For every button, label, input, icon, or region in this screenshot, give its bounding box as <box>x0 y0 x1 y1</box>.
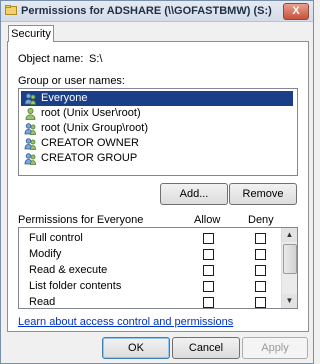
add-button[interactable]: Add... <box>160 183 228 205</box>
user-name: CREATOR GROUP <box>41 152 138 164</box>
folder-icon <box>5 5 17 15</box>
permissions-scrollbar[interactable]: ▲ ▼ <box>281 228 297 308</box>
close-button[interactable]: X <box>283 3 309 20</box>
list-item[interactable]: Everyone <box>21 91 293 106</box>
permission-row: List folder contents <box>19 278 281 294</box>
user-icon <box>25 108 36 120</box>
permission-row: Full control <box>19 230 281 246</box>
permission-row: Read & execute <box>19 262 281 278</box>
scroll-thumb[interactable] <box>283 244 297 274</box>
deny-checkbox[interactable] <box>255 297 266 308</box>
allow-checkbox[interactable] <box>203 233 214 244</box>
user-name: Everyone <box>41 92 88 104</box>
permissions-label: Permissions for Everyone <box>18 214 144 226</box>
permission-row: Read <box>19 294 281 308</box>
remove-button[interactable]: Remove <box>229 183 297 205</box>
window-title: Permissions for ADSHARE (\\GOFASTBMW) (S… <box>21 5 272 17</box>
allow-checkbox[interactable] <box>203 281 214 292</box>
object-name-value: S:\ <box>89 53 103 65</box>
permission-name: List folder contents <box>29 280 122 292</box>
user-list[interactable]: Everyone root (Unix User\root) root (Uni… <box>18 88 298 176</box>
permission-name: Modify <box>29 248 62 260</box>
tab-security[interactable]: Security <box>8 25 54 42</box>
deny-checkbox[interactable] <box>255 265 266 276</box>
users-group-icon <box>24 123 36 135</box>
permission-name: Full control <box>29 232 83 244</box>
scroll-up-arrow-icon[interactable]: ▲ <box>282 228 297 242</box>
ok-button[interactable]: OK <box>102 337 170 359</box>
deny-checkbox[interactable] <box>255 233 266 244</box>
users-group-icon <box>24 93 36 105</box>
scroll-down-arrow-icon[interactable]: ▼ <box>282 294 297 308</box>
list-item[interactable]: CREATOR OWNER <box>21 136 293 151</box>
access-control-help-link[interactable]: Learn about access control and permissio… <box>18 316 233 328</box>
deny-checkbox[interactable] <box>255 281 266 292</box>
list-item[interactable]: root (Unix User\root) <box>21 106 293 121</box>
allow-checkbox[interactable] <box>203 249 214 260</box>
cancel-button[interactable]: Cancel <box>172 337 240 359</box>
deny-checkbox[interactable] <box>255 249 266 260</box>
permissions-list: Full control Modify Read & execute List … <box>18 227 298 309</box>
list-item[interactable]: CREATOR GROUP <box>21 151 293 166</box>
allow-column-header: Allow <box>194 214 221 226</box>
allow-checkbox[interactable] <box>203 265 214 276</box>
users-group-icon <box>24 153 36 165</box>
group-user-names-label: Group or user names: <box>18 75 125 87</box>
permissions-dialog: Permissions for ADSHARE (\\GOFASTBMW) (S… <box>0 0 314 364</box>
user-name: root (Unix User\root) <box>41 107 141 119</box>
user-name: root (Unix Group\root) <box>41 122 148 134</box>
permission-name: Read <box>29 296 56 308</box>
permission-name: Read & execute <box>29 264 108 276</box>
deny-column-header: Deny <box>248 214 274 226</box>
title-bar: Permissions for ADSHARE (\\GOFASTBMW) (S… <box>1 1 313 22</box>
permission-row: Modify <box>19 246 281 262</box>
user-name: CREATOR OWNER <box>41 137 139 149</box>
apply-button[interactable]: Apply <box>242 337 308 359</box>
allow-checkbox[interactable] <box>203 297 214 308</box>
list-item[interactable]: root (Unix Group\root) <box>21 121 293 136</box>
object-name-label: Object name: <box>18 53 84 65</box>
users-group-icon <box>24 138 36 150</box>
